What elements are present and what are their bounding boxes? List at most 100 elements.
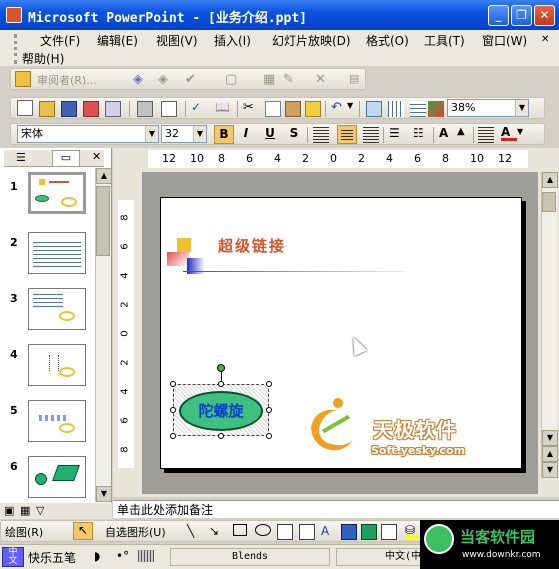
menu-file[interactable]: 文件(F)	[40, 32, 80, 49]
oval-icon[interactable]	[255, 524, 271, 536]
draw-menu-button[interactable]: 绘图(R)	[5, 524, 43, 540]
panel-close-icon[interactable]: ✕	[92, 150, 101, 163]
sorter-view-icon[interactable]: ▦	[20, 504, 30, 517]
paste-icon[interactable]	[285, 101, 301, 117]
open-icon[interactable]	[39, 101, 55, 117]
resize-handle[interactable]	[218, 433, 224, 439]
slides-tab-icon[interactable]: ▭	[52, 150, 80, 166]
delete-comment-icon[interactable]: ✕	[315, 72, 331, 88]
resize-handle[interactable]	[170, 381, 176, 387]
chevron-down-icon[interactable]: ▼	[145, 126, 158, 142]
arrow-icon[interactable]: ↘	[209, 524, 225, 540]
increase-font-icon[interactable]: A	[439, 126, 455, 142]
format-painter-icon[interactable]	[305, 101, 321, 117]
slide-thumbnail[interactable]	[28, 172, 86, 214]
rectangle-icon[interactable]	[233, 524, 247, 536]
align-left-icon[interactable]	[313, 127, 329, 143]
bullets-icon[interactable]: ☷	[413, 126, 429, 142]
scroll-thumb[interactable]	[542, 192, 556, 212]
soft-keyboard-icon[interactable]	[138, 550, 154, 562]
bold-button[interactable]: B	[214, 125, 234, 144]
align-center-icon[interactable]	[337, 125, 357, 144]
editor-scrollbar[interactable]: ▲ ▼ ▲ ▼	[541, 172, 558, 478]
restore-button[interactable]: ❐	[511, 5, 532, 26]
menu-insert[interactable]: 插入(I)	[214, 32, 251, 49]
resize-handle[interactable]	[218, 381, 224, 387]
scroll-thumb[interactable]	[96, 186, 110, 256]
menu-view[interactable]: 视图(V)	[156, 32, 198, 49]
clipart-icon[interactable]	[361, 524, 377, 540]
select-objects-icon[interactable]: ↖	[73, 522, 93, 540]
notes-pane[interactable]: 单击此处添加备注	[113, 500, 559, 518]
next-item-icon[interactable]: ◈	[158, 72, 174, 88]
wordart-icon[interactable]: A	[321, 524, 337, 540]
ime-punct-icon[interactable]: •°	[116, 549, 129, 563]
new-icon[interactable]	[17, 100, 33, 116]
slide-thumbnail[interactable]	[28, 456, 86, 498]
chevron-down-icon[interactable]: ▼	[193, 126, 206, 142]
line-icon[interactable]: ╲	[187, 524, 203, 540]
menu-format[interactable]: 格式(O)	[366, 32, 409, 49]
underline-button[interactable]: U	[261, 126, 279, 140]
permission-icon[interactable]	[83, 101, 99, 117]
rotate-handle[interactable]	[217, 364, 225, 372]
reviewers-button[interactable]: 审阅者(R)...	[37, 72, 97, 88]
slide-thumbnail[interactable]	[28, 288, 86, 330]
save-icon[interactable]	[61, 101, 77, 117]
indent-icon[interactable]	[478, 127, 494, 143]
numbering-icon[interactable]: ☰	[389, 126, 405, 142]
menu-window[interactable]: 窗口(W)	[482, 32, 527, 49]
unapply-change-icon[interactable]: ▢	[225, 72, 241, 88]
reviewing-pane-icon[interactable]: ▤	[349, 72, 365, 88]
slideshow-view-icon[interactable]: ▽	[36, 504, 44, 517]
textbox-icon[interactable]	[277, 524, 293, 540]
slide-thumbnail[interactable]	[28, 232, 86, 274]
scroll-down-icon[interactable]: ▼	[96, 486, 112, 502]
resize-handle[interactable]	[266, 433, 272, 439]
diagram-icon[interactable]	[341, 524, 357, 540]
resize-handle[interactable]	[170, 407, 176, 413]
apply-change-icon[interactable]: ✔	[185, 72, 201, 88]
menu-tools[interactable]: 工具(T)	[424, 32, 465, 49]
menu-grip[interactable]	[14, 34, 22, 64]
decrease-font-icon[interactable]: ▲	[457, 126, 473, 142]
font-combo[interactable]: 宋体 ▼	[17, 125, 159, 143]
print-icon[interactable]	[137, 101, 153, 117]
spelling-icon[interactable]: ✓	[191, 100, 207, 116]
italic-button[interactable]: I	[237, 126, 255, 140]
scroll-up-icon[interactable]: ▲	[96, 168, 112, 184]
show-grid-icon[interactable]	[410, 101, 426, 117]
insert-table-icon[interactable]	[366, 101, 382, 117]
close-button[interactable]: ✕	[534, 5, 555, 26]
picture-icon[interactable]	[381, 524, 397, 540]
vertical-textbox-icon[interactable]	[299, 524, 315, 540]
menu-edit[interactable]: 编辑(E)	[97, 32, 138, 49]
previous-item-icon[interactable]: ◈	[133, 72, 149, 88]
slide-title[interactable]: 超级链接	[218, 235, 286, 256]
font-color-icon[interactable]: A	[501, 125, 517, 141]
ime-name[interactable]: 快乐五笔	[28, 549, 76, 566]
hyperlink-oval-button[interactable]: 陀螺旋	[179, 391, 263, 431]
next-slide-icon[interactable]: ▼	[542, 462, 558, 478]
font-color-dropdown-icon[interactable]: ▼	[517, 127, 533, 143]
menu-help[interactable]: 帮助(H)	[22, 50, 64, 67]
shadow-button[interactable]: S	[285, 126, 303, 140]
slide-canvas[interactable]: 超级链接 陀螺旋 天极软件 Soft.yesky.com	[160, 197, 522, 469]
powerpoint-icon[interactable]	[6, 7, 22, 23]
print-preview-icon[interactable]	[161, 101, 177, 117]
scroll-down-icon[interactable]: ▼	[542, 430, 558, 446]
insert-comment-icon[interactable]: ▦	[263, 72, 279, 88]
menu-slideshow[interactable]: 幻灯片放映(D)	[272, 32, 351, 49]
previous-slide-icon[interactable]: ▲	[542, 446, 558, 462]
slide-thumbnail[interactable]	[28, 344, 86, 386]
minimize-button[interactable]: _	[488, 5, 509, 26]
undo-dropdown-icon[interactable]: ▼	[347, 101, 363, 117]
color-grayscale-icon[interactable]	[428, 101, 444, 117]
font-size-combo[interactable]: 32 ▼	[161, 125, 207, 143]
edit-comment-icon[interactable]	[15, 71, 31, 87]
fill-color-icon[interactable]: ⛁	[405, 523, 421, 539]
zoom-combo[interactable]: 38% ▼	[447, 99, 529, 117]
cut-icon[interactable]: ✂	[243, 100, 259, 116]
menu-close-doc-icon[interactable]: ✕	[541, 34, 549, 45]
edit-comment2-icon[interactable]: ✎	[283, 72, 299, 88]
